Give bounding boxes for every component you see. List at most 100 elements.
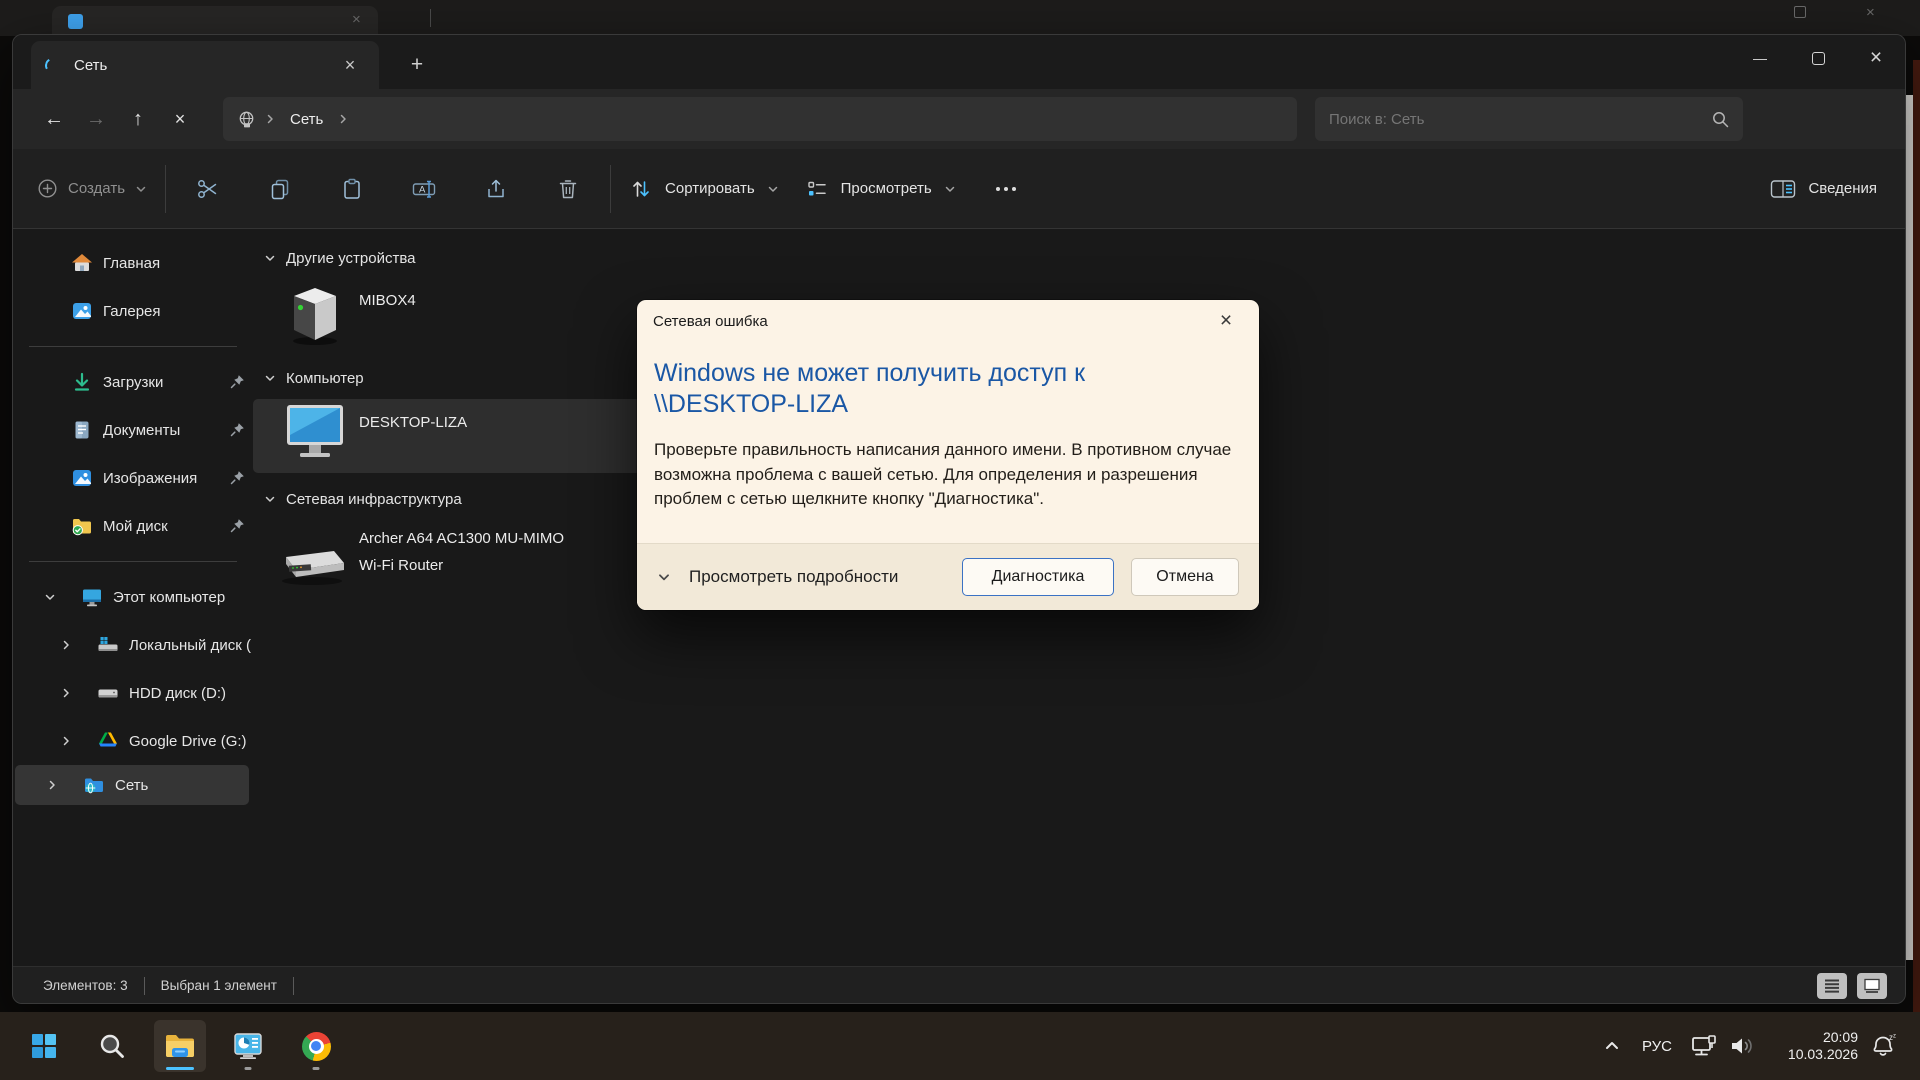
background-tab-close-icon[interactable]: × [352,11,361,28]
home-icon [71,252,93,274]
address-bar[interactable]: Сеть [223,97,1297,141]
paste-icon [340,177,364,201]
toolbar-divider [610,165,611,213]
windows-logo-icon [30,1032,58,1060]
sidebar-item-gallery[interactable]: Галерея [13,287,253,335]
toolbar-divider [165,165,166,213]
task-manager-icon [233,1032,263,1060]
language-indicator[interactable]: РУС [1634,1038,1680,1055]
maximize-icon [1812,52,1825,65]
tab-network[interactable]: Сеть × [31,41,379,89]
chevron-down-icon[interactable] [43,591,57,603]
computer-icon[interactable] [286,403,344,466]
tray-overflow-chevron-icon[interactable] [1600,1034,1624,1058]
notification-bell-dnd-icon[interactable]: z z [1868,1032,1898,1060]
item-desktop-liza[interactable]: DESKTOP-LIZA [359,414,467,431]
chevron-down-icon[interactable] [264,372,276,384]
minimize-button[interactable]: — [1731,35,1789,81]
network-tray-icon[interactable] [1690,1033,1718,1059]
sidebar-divider [29,561,237,562]
details-view-toggle[interactable] [1817,973,1847,999]
taskbar-search-button[interactable] [86,1020,138,1072]
sidebar-item-this-pc[interactable]: Этот компьютер [13,573,253,621]
sidebar-item-pictures[interactable]: Изображения [13,454,253,502]
taskbar-file-explorer-button[interactable] [154,1020,206,1072]
delete-button[interactable] [544,167,592,211]
item-router-line1[interactable]: Archer A64 AC1300 MU-MIMO [359,525,564,552]
sidebar-item-downloads[interactable]: Загрузки [13,358,253,406]
section-network-infrastructure[interactable]: Сетевая инфраструктура [264,482,462,516]
command-bar: Создать [13,149,1905,229]
share-button[interactable] [472,167,520,211]
status-divider [293,977,294,995]
close-button[interactable]: × [1847,35,1905,81]
search-box[interactable] [1315,97,1743,141]
chevron-right-icon[interactable] [59,735,73,747]
volume-icon[interactable] [1728,1033,1756,1059]
section-other-devices[interactable]: Другие устройства [264,241,415,275]
clock-time: 20:09 [1766,1029,1858,1046]
create-button[interactable]: Создать [37,178,147,199]
item-router-line2[interactable]: Wi-Fi Router [359,552,443,579]
cancel-button[interactable]: Отмена [1131,558,1239,596]
tab-strip: Сеть × + — × [13,35,1905,89]
new-tab-button[interactable]: + [399,47,435,83]
hdd-icon [97,682,119,704]
view-icon [805,177,829,201]
sort-button[interactable]: Сортировать [629,177,779,201]
sidebar-item-network[interactable]: Сеть [15,765,249,805]
sidebar-item-local-disk[interactable]: Локальный диск ( [13,621,253,669]
back-button[interactable]: ← [33,99,75,139]
forward-button[interactable]: → [75,99,117,139]
up-button[interactable]: ↑ [117,99,159,139]
clock[interactable]: 20:09 10.03.2026 [1766,1029,1858,1063]
taskbar-chrome-button[interactable] [290,1020,342,1072]
dialog-close-button[interactable]: × [1209,306,1243,336]
sidebar-item-documents[interactable]: Документы [13,406,253,454]
paste-button[interactable] [328,167,376,211]
chrome-icon [302,1032,331,1061]
details-pane-button[interactable]: Сведения [1770,179,1881,199]
pin-icon [230,470,245,485]
copy-icon [268,177,292,201]
diagnose-button[interactable]: Диагностика [962,558,1114,596]
sidebar-item-home[interactable]: Главная [13,239,253,287]
tab-close-button[interactable]: × [335,50,365,80]
chevron-down-icon[interactable] [264,252,276,264]
sidebar-item-google-drive[interactable]: Google Drive (G:) [13,717,253,765]
more-options-button[interactable] [982,167,1030,211]
sidebar-item-hdd-disk[interactable]: HDD диск (D:) [13,669,253,717]
chevron-right-icon[interactable] [45,779,59,791]
section-computer[interactable]: Компьютер [264,361,364,395]
cut-button[interactable] [184,167,232,211]
details-expander[interactable]: Просмотреть подробности [657,567,898,587]
view-button[interactable]: Просмотреть [805,177,956,201]
router-icon[interactable] [276,539,348,587]
media-device-icon[interactable] [286,283,344,347]
taskbar-task-manager-button[interactable] [222,1020,274,1072]
details-pane-icon [1770,179,1796,199]
chevron-right-icon[interactable] [59,687,73,699]
downloads-icon [71,371,93,393]
active-app-indicator [166,1067,194,1070]
dialog-body-text: Проверьте правильность написания данного… [654,438,1239,512]
large-icons-view-icon [1863,978,1881,994]
chevron-down-icon[interactable] [264,493,276,505]
background-window-tab[interactable]: × [52,6,378,36]
copy-button[interactable] [256,167,304,211]
search-input[interactable] [1329,111,1712,128]
item-mibox4[interactable]: MIBOX4 [359,292,416,309]
maximize-button[interactable] [1789,35,1847,81]
section-title: Компьютер [286,370,364,387]
selection-count: Выбран 1 элемент [161,978,277,993]
breadcrumb-network[interactable]: Сеть [284,111,329,128]
rename-button[interactable]: A [400,167,448,211]
desktop: × × Сеть × + — × ← → [0,0,1920,1080]
large-icons-view-toggle[interactable] [1857,973,1887,999]
stop-refresh-button[interactable]: × [159,99,201,139]
sidebar-item-my-drive[interactable]: Мой диск [13,502,253,550]
pin-icon [230,422,245,437]
background-tab-app-icon [68,14,83,29]
start-button[interactable] [18,1020,70,1072]
chevron-right-icon[interactable] [59,639,73,651]
